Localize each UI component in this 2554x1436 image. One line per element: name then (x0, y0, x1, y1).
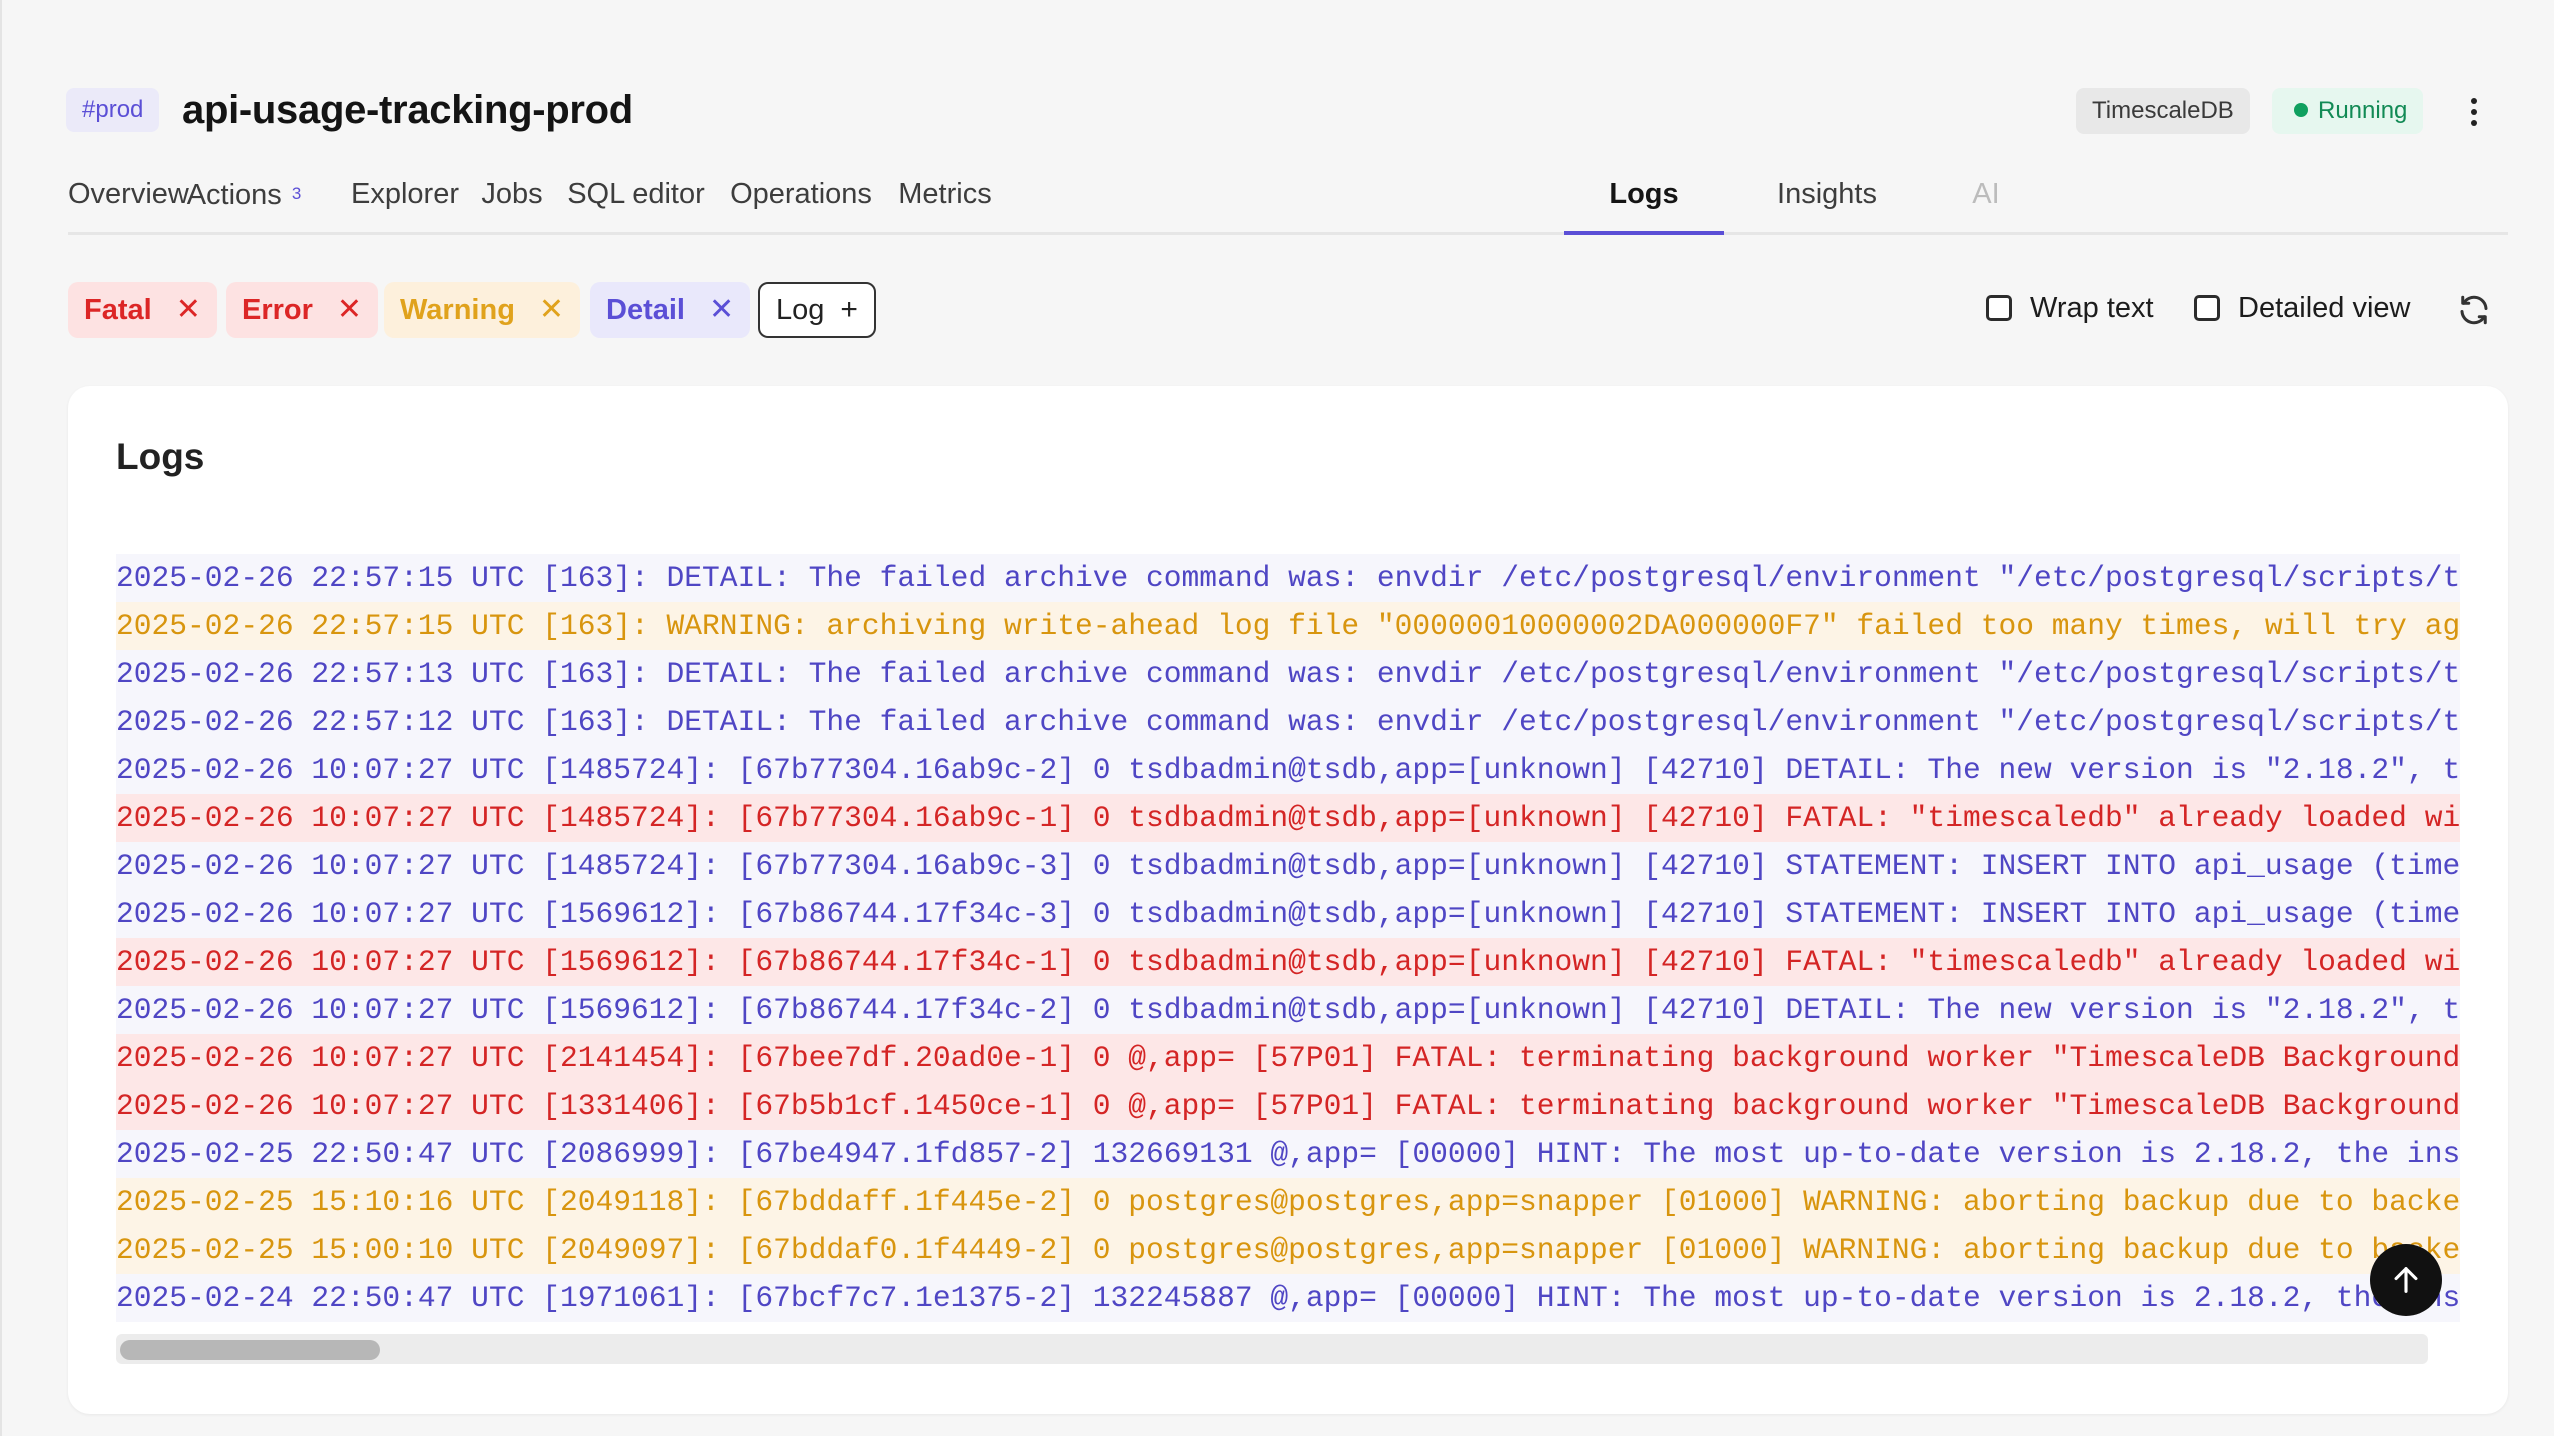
tab-metrics[interactable]: Metrics (890, 160, 1000, 232)
log-line[interactable]: 2025-02-26 22:57:15 UTC [163]: DETAIL: T… (116, 554, 2460, 602)
log-line[interactable]: 2025-02-26 22:57:15 UTC [163]: WARNING: … (116, 602, 2460, 650)
tab-jobs[interactable]: Jobs (478, 160, 546, 232)
scrollbar-thumb[interactable] (120, 1340, 380, 1360)
log-line[interactable]: 2025-02-24 22:50:47 UTC [1971061]: [67bc… (116, 1274, 2460, 1322)
log-line[interactable]: 2025-02-26 22:57:13 UTC [163]: DETAIL: T… (116, 650, 2460, 698)
status-label: Running (2318, 97, 2408, 124)
log-line[interactable]: 2025-02-25 15:10:16 UTC [2049118]: [67bd… (116, 1178, 2460, 1226)
tab-explorer[interactable]: Explorer (350, 160, 460, 232)
remove-filter-icon[interactable]: ✕ (337, 282, 362, 338)
log-line[interactable]: 2025-02-26 10:07:27 UTC [1569612]: [67b8… (116, 890, 2460, 938)
remove-filter-icon[interactable]: ✕ (539, 282, 564, 338)
env-tag[interactable]: #prod (66, 88, 160, 132)
logs-section-title: Logs (116, 436, 205, 477)
detailed-view-label: Detailed view (2238, 291, 2411, 324)
log-list[interactable]: 2025-02-26 22:57:15 UTC [163]: DETAIL: T… (116, 554, 2460, 1364)
logs-card: Logs 2025-02-26 22:57:15 UTC [163]: DETA… (68, 386, 2508, 1414)
log-line[interactable]: 2025-02-26 10:07:27 UTC [2141454]: [67be… (116, 1034, 2460, 1082)
service-type-badge: TimescaleDB (2076, 88, 2250, 134)
arrow-up-icon (2394, 1267, 2418, 1293)
wrap-text-checkbox[interactable] (1986, 295, 2012, 321)
add-log-filter-button[interactable]: Log + (758, 282, 876, 338)
detailed-view-toggle[interactable]: Detailed view (2194, 288, 2410, 328)
status-badge: Running (2272, 88, 2424, 134)
refresh-icon[interactable] (2456, 292, 2492, 328)
tab-operations[interactable]: Operations (724, 160, 878, 232)
log-line[interactable]: 2025-02-25 22:50:47 UTC [2086999]: [67be… (116, 1130, 2460, 1178)
filter-chip-warning[interactable]: Warning ✕ (384, 282, 581, 338)
service-tabs: Overview Actions 3 Explorer Jobs SQL edit… (68, 160, 2508, 235)
log-line[interactable]: 2025-02-26 10:07:27 UTC [1569612]: [67b8… (116, 986, 2460, 1034)
log-line[interactable]: 2025-02-26 10:07:27 UTC [1331406]: [67b5… (116, 1082, 2460, 1130)
actions-count-badge: 3 (291, 184, 302, 203)
remove-filter-icon[interactable]: ✕ (176, 282, 201, 338)
scroll-to-top-button[interactable] (2370, 1244, 2442, 1316)
more-options-icon[interactable] (2454, 92, 2494, 132)
tab-logs[interactable]: Logs (1564, 160, 1724, 235)
tab-overview[interactable]: Overview (68, 160, 189, 232)
log-line[interactable]: 2025-02-25 15:00:10 UTC [2049097]: [67bd… (116, 1226, 2460, 1274)
page-title: api-usage-tracking-prod (182, 88, 633, 132)
tab-sql-editor[interactable]: SQL editor (562, 160, 710, 232)
service-header: #prod api-usage-tracking-prod TimescaleD… (66, 84, 2506, 136)
wrap-text-toggle[interactable]: Wrap text (1986, 288, 2154, 328)
log-line[interactable]: 2025-02-26 10:07:27 UTC [1569612]: [67b8… (116, 938, 2460, 986)
remove-filter-icon[interactable]: ✕ (709, 282, 734, 338)
plus-icon: + (840, 293, 858, 326)
horizontal-scrollbar[interactable] (116, 1334, 2428, 1364)
filter-chip-error[interactable]: Error ✕ (226, 282, 379, 338)
detailed-view-checkbox[interactable] (2194, 295, 2220, 321)
tab-actions[interactable]: Actions 3 (164, 160, 324, 232)
wrap-text-label: Wrap text (2030, 291, 2154, 324)
log-line[interactable]: 2025-02-26 22:57:12 UTC [163]: DETAIL: T… (116, 698, 2460, 746)
log-line[interactable]: 2025-02-26 10:07:27 UTC [1485724]: [67b7… (116, 746, 2460, 794)
log-line[interactable]: 2025-02-26 10:07:27 UTC [1485724]: [67b7… (116, 842, 2460, 890)
filter-chip-fatal[interactable]: Fatal ✕ (68, 282, 217, 338)
status-dot-icon (2294, 103, 2308, 117)
filter-chip-detail[interactable]: Detail ✕ (590, 282, 751, 338)
tab-ai: AI (1972, 178, 2000, 210)
tab-insights[interactable]: Insights (1772, 160, 1882, 232)
log-line[interactable]: 2025-02-26 10:07:27 UTC [1485724]: [67b7… (116, 794, 2460, 842)
